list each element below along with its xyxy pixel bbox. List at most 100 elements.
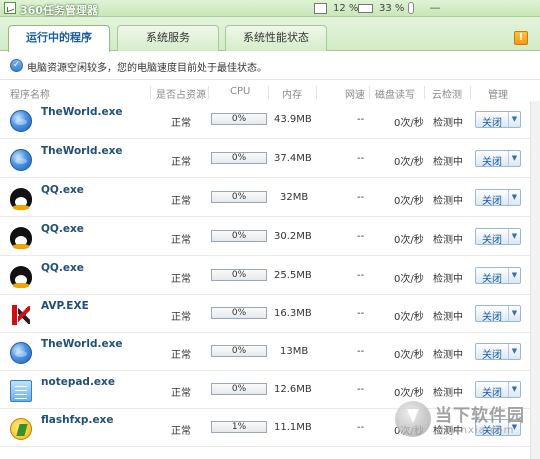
close-process-button[interactable]: 关闭 ▼ [475, 381, 521, 399]
resource-status: 正常 [171, 388, 191, 399]
app-logo-icon [4, 2, 16, 14]
network-speed: -- [357, 153, 365, 164]
disk-io: 0次/秒 [394, 312, 424, 323]
cpu-usage-bar: 0% [211, 269, 267, 281]
network-speed: -- [357, 270, 365, 281]
watermark-text: 当下软件园 [435, 406, 525, 426]
table-row[interactable]: QQ.exe 正常 0% 32MB -- 0次/秒 检测中 关闭 ▼ [0, 179, 540, 217]
cloud-check: 检测中 [433, 196, 463, 207]
column-cpu[interactable]: CPU [230, 86, 250, 97]
table-row[interactable]: QQ.exe 正常 0% 30.2MB -- 0次/秒 检测中 关闭 ▼ [0, 218, 540, 256]
close-process-button[interactable]: 关闭 ▼ [475, 150, 521, 168]
chevron-down-icon[interactable]: ▼ [508, 112, 520, 127]
disk-io: 0次/秒 [394, 388, 424, 399]
qq-icon [10, 227, 32, 249]
memory-usage: 16.3MB [274, 308, 312, 319]
close-process-button[interactable]: 关闭 ▼ [475, 343, 521, 361]
tab-system-services[interactable]: 系统服务 [117, 25, 219, 51]
cloud-check: 检测中 [433, 312, 463, 323]
tab-system-performance[interactable]: 系统性能状态 [225, 25, 327, 51]
column-name[interactable]: 程序名称 [10, 86, 50, 101]
cloud-check: 检测中 [433, 274, 463, 285]
table-row[interactable]: TheWorld.exe 正常 0% 13MB -- 0次/秒 检测中 关闭 ▼ [0, 333, 540, 371]
process-name: QQ.exe [41, 184, 84, 196]
network-speed: -- [357, 308, 365, 319]
column-divider [268, 86, 269, 99]
network-speed: -- [357, 422, 365, 433]
memory-usage: 11.1MB [274, 422, 312, 433]
column-divider [208, 86, 209, 99]
table-row[interactable]: AVP.EXE 正常 0% 16.3MB -- 0次/秒 检测中 关闭 ▼ [0, 295, 540, 333]
memory-usage: 13MB [280, 346, 309, 357]
avp-icon [10, 304, 32, 326]
network-speed: -- [357, 231, 365, 242]
close-process-button[interactable]: 关闭 ▼ [475, 189, 521, 207]
cpu-percent: 12 % [333, 3, 359, 14]
disk-io: 0次/秒 [394, 235, 424, 246]
theworld-icon [10, 110, 32, 132]
close-process-button[interactable]: 关闭 ▼ [475, 267, 521, 285]
theworld-icon [10, 342, 32, 364]
resource-status: 正常 [171, 118, 191, 129]
qq-icon [10, 266, 32, 288]
disk-io: 0次/秒 [394, 274, 424, 285]
column-resource[interactable]: 是否占资源 [156, 86, 206, 101]
close-label: 关闭 [482, 235, 502, 246]
alert-icon[interactable]: ! [514, 31, 528, 45]
column-network[interactable]: 网速 [345, 86, 365, 101]
close-process-button[interactable]: 关闭 ▼ [475, 111, 521, 129]
table-row[interactable]: TheWorld.exe 正常 0% 43.9MB -- 0次/秒 检测中 关闭… [0, 101, 540, 139]
chevron-down-icon[interactable]: ▼ [508, 382, 520, 397]
table-row[interactable]: QQ.exe 正常 0% 25.5MB -- 0次/秒 检测中 关闭 ▼ [0, 257, 540, 295]
disk-io: 0次/秒 [394, 118, 424, 129]
window-title: 360任务管理器 [20, 4, 98, 17]
check-icon: ✓ [10, 59, 23, 72]
disk-io: 0次/秒 [394, 350, 424, 361]
table-row[interactable]: TheWorld.exe 正常 0% 37.4MB -- 0次/秒 检测中 关闭… [0, 140, 540, 178]
close-process-button[interactable]: 关闭 ▼ [475, 305, 521, 323]
cpu-usage-bar: 0% [211, 113, 267, 125]
column-memory[interactable]: 内存 [282, 86, 302, 101]
chevron-down-icon[interactable]: ▼ [508, 268, 520, 283]
column-divider [424, 86, 425, 99]
cpu-usage-bar: 0% [211, 307, 267, 319]
chevron-down-icon[interactable]: ▼ [508, 306, 520, 321]
cpu-usage-bar: 0% [211, 152, 267, 164]
status-message: 电脑资源空闲较多，您的电脑速度目前处于最佳状态。 [27, 63, 267, 74]
cpu-usage-bar: 1% [211, 421, 267, 433]
memory-chip-icon [358, 4, 373, 13]
network-speed: -- [357, 384, 365, 395]
disk-io: 0次/秒 [394, 157, 424, 168]
chevron-down-icon[interactable]: ▼ [508, 151, 520, 166]
temperature-icon [408, 2, 414, 14]
network-speed: -- [357, 192, 365, 203]
cpu-usage-bar: 0% [211, 230, 267, 242]
resource-status: 正常 [171, 157, 191, 168]
chevron-down-icon[interactable]: ▼ [508, 229, 520, 244]
cloud-check: 检测中 [433, 350, 463, 361]
memory-usage: 25.5MB [274, 270, 312, 281]
column-manage: 管理 [488, 90, 508, 101]
flashfxp-icon [10, 418, 32, 440]
process-name: notepad.exe [41, 376, 115, 388]
network-speed: -- [357, 114, 365, 125]
column-cloud[interactable]: 云检测 [432, 86, 462, 101]
network-speed: -- [357, 346, 365, 357]
cpu-chart-icon [314, 3, 327, 14]
minimize-button[interactable]: — [428, 1, 442, 15]
process-name: TheWorld.exe [41, 338, 123, 350]
process-name: QQ.exe [41, 262, 84, 274]
cpu-status [314, 1, 330, 16]
column-divider [150, 86, 151, 99]
disk-io: 0次/秒 [394, 196, 424, 207]
process-name: QQ.exe [41, 223, 84, 235]
column-disk[interactable]: 磁盘读写 [375, 86, 415, 101]
resource-status: 正常 [171, 426, 191, 437]
chevron-down-icon[interactable]: ▼ [508, 344, 520, 359]
close-process-button[interactable]: 关闭 ▼ [475, 228, 521, 246]
tab-running-programs[interactable]: 运行中的程序 [8, 25, 110, 52]
download-arrow-icon [395, 401, 431, 437]
cloud-check: 检测中 [433, 157, 463, 168]
chevron-down-icon[interactable]: ▼ [508, 190, 520, 205]
close-label: 关闭 [482, 388, 502, 399]
